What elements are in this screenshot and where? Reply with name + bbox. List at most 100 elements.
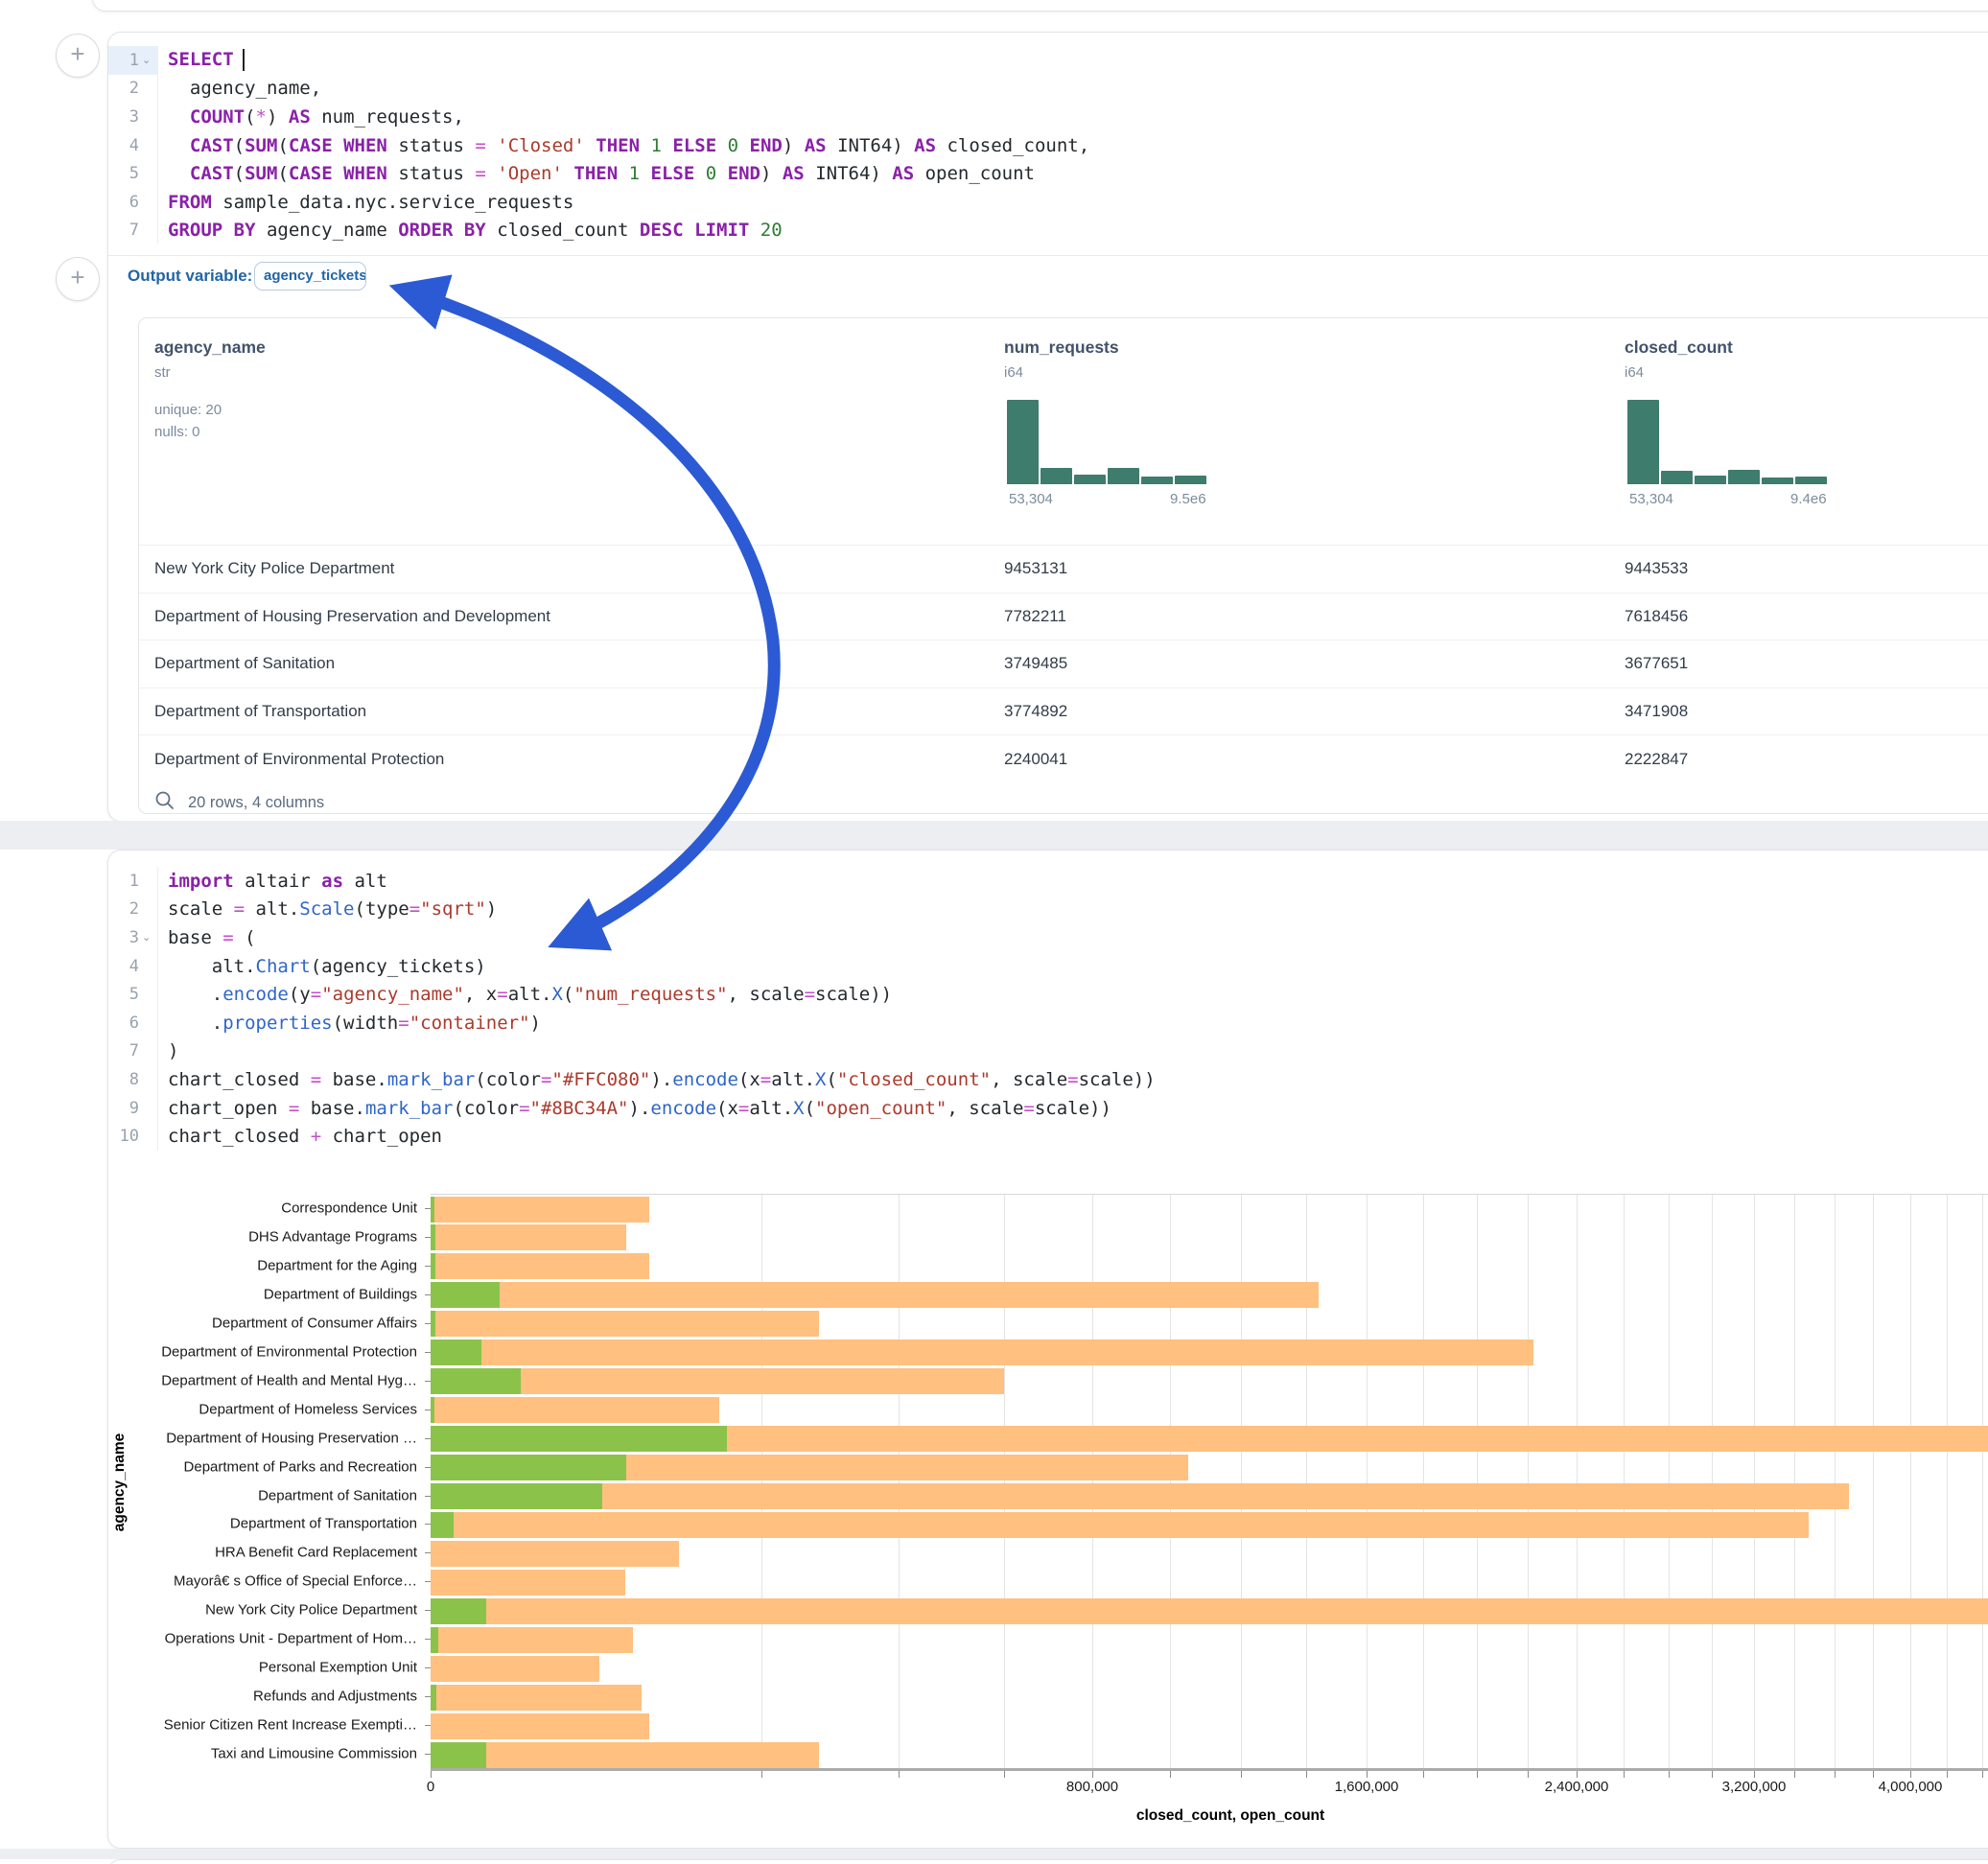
column-header-num-requests[interactable]: num_requests	[1004, 338, 1119, 358]
code-text[interactable]: .encode(y="agency_name", x=alt.X("num_re…	[158, 984, 892, 1005]
code-text[interactable]: chart_closed + chart_open	[158, 1126, 442, 1147]
code-line[interactable]: 1import altair as alt	[108, 867, 1988, 896]
code-text[interactable]: scale = alt.Scale(type="sqrt")	[158, 898, 497, 920]
code-text[interactable]: CAST(SUM(CASE WHEN status = 'Closed' THE…	[158, 135, 1089, 156]
code-line[interactable]: 2 scale = alt.Scale(type="sqrt")	[108, 896, 1988, 924]
code-text[interactable]: GROUP BY agency_name ORDER BY closed_cou…	[158, 220, 783, 241]
code-line[interactable]: 3 COUNT(*) AS num_requests,	[108, 103, 1988, 131]
code-text[interactable]: .properties(width="container")	[158, 1013, 541, 1034]
output-variable-pill[interactable]: agency_tickets	[254, 262, 366, 291]
code-text[interactable]: chart_closed = base.mark_bar(color="#FFC…	[158, 1069, 1156, 1090]
code-line[interactable]: 7)	[108, 1037, 1988, 1066]
code-line[interactable]: 9chart_open = base.mark_bar(color="#8BC3…	[108, 1094, 1988, 1123]
code-line[interactable]: 10chart_closed + chart_open	[108, 1122, 1988, 1151]
code-text[interactable]: FROM sample_data.nyc.service_requests	[158, 192, 573, 213]
bar-closed-count[interactable]	[431, 1570, 625, 1596]
bar-open-count[interactable]	[431, 1426, 727, 1452]
table-row[interactable]: Department of Transportation377489234719…	[139, 687, 1988, 735]
code-fold-icon[interactable]: ⌄	[142, 931, 152, 944]
bar-open-count[interactable]	[431, 1253, 435, 1279]
bar-closed-count[interactable]	[431, 1311, 819, 1337]
gridline	[1910, 1195, 1911, 1769]
y-axis-label: Operations Unit - Department of Hom…	[108, 1631, 417, 1647]
y-axis-label: Department of Health and Mental Hyg…	[108, 1372, 417, 1388]
bar-open-count[interactable]	[431, 1483, 602, 1509]
code-line[interactable]: 6FROM sample_data.nyc.service_requests	[108, 188, 1988, 217]
table-row[interactable]: Department of Environmental Protection22…	[139, 734, 1988, 782]
bar-open-count[interactable]	[431, 1368, 521, 1394]
bar-open-count[interactable]	[431, 1627, 438, 1653]
table-row[interactable]: Department of Housing Preservation and D…	[139, 593, 1988, 641]
code-text[interactable]: SELECT	[158, 49, 245, 71]
bar-closed-count[interactable]	[431, 1512, 1809, 1538]
bar-open-count[interactable]	[431, 1224, 435, 1250]
table-row[interactable]: Department of Sanitation37494853677651	[139, 640, 1988, 687]
x-axis-tick	[1624, 1771, 1625, 1778]
code-text[interactable]: base = (	[158, 927, 256, 948]
bar-closed-count[interactable]	[431, 1541, 679, 1567]
python-editor[interactable]: 1import altair as alt 2 scale = alt.Scale(…	[108, 850, 1988, 1151]
code-line[interactable]: 4 alt.Chart(agency_tickets)	[108, 952, 1988, 981]
code-line[interactable]: 5 .encode(y="agency_name", x=alt.X("num_…	[108, 980, 1988, 1009]
histogram-closed-count[interactable]	[1627, 400, 1831, 484]
code-text[interactable]: COUNT(*) AS num_requests,	[158, 106, 464, 128]
line-number-gutter: 10	[108, 1122, 158, 1151]
bar-closed-count[interactable]	[431, 1627, 633, 1653]
add-cell-button-middle[interactable]: +	[56, 257, 100, 301]
code-text[interactable]: agency_name,	[158, 78, 321, 99]
code-line[interactable]: 2 agency_name,	[108, 75, 1988, 104]
code-line[interactable]: 3⌄base = (	[108, 923, 1988, 952]
histogram-num-requests[interactable]	[1007, 400, 1210, 484]
code-line[interactable]: 7GROUP BY agency_name ORDER BY closed_co…	[108, 217, 1988, 245]
bar-open-count[interactable]	[431, 1685, 436, 1711]
bar-open-count[interactable]	[431, 1455, 626, 1480]
code-line[interactable]: 6 .properties(width="container")	[108, 1009, 1988, 1037]
bar-closed-count[interactable]	[431, 1656, 599, 1682]
bar-closed-count[interactable]	[431, 1340, 1533, 1365]
gridline	[1423, 1195, 1424, 1769]
code-text[interactable]: CAST(SUM(CASE WHEN status = 'Open' THEN …	[158, 163, 1035, 184]
code-line[interactable]: 4 CAST(SUM(CASE WHEN status = 'Closed' T…	[108, 131, 1988, 160]
bar-closed-count[interactable]	[431, 1197, 649, 1223]
table-row[interactable]: New York City Police Department945313194…	[139, 545, 1988, 593]
search-icon[interactable]	[154, 790, 175, 815]
code-fold-icon[interactable]: ⌄	[142, 54, 152, 66]
histogram-bar	[1074, 475, 1106, 484]
sql-editor[interactable]: 1⌄SELECT2 agency_name,3 COUNT(*) AS num_…	[108, 33, 1988, 245]
bar-closed-count[interactable]	[431, 1483, 1849, 1509]
y-axis-label: Department of Consumer Affairs	[108, 1315, 417, 1331]
bar-open-count[interactable]	[431, 1742, 486, 1768]
line-number: 2	[129, 899, 139, 919]
bar-closed-count[interactable]	[431, 1253, 649, 1279]
bar-open-count[interactable]	[431, 1282, 500, 1308]
bar-closed-count[interactable]	[431, 1713, 649, 1739]
code-line[interactable]: 1⌄SELECT	[108, 46, 1988, 75]
column-type-agency-name: str	[154, 364, 171, 381]
bar-closed-count[interactable]	[431, 1685, 642, 1711]
code-text[interactable]: )	[158, 1040, 178, 1061]
table-summary: 20 rows, 4 columns	[188, 794, 324, 812]
code-text[interactable]: alt.Chart(agency_tickets)	[158, 956, 486, 977]
table-cell: Department of Sanitation	[154, 641, 335, 687]
code-line[interactable]: 8chart_closed = base.mark_bar(color="#FF…	[108, 1065, 1988, 1094]
code-text[interactable]: import altair as alt	[158, 871, 387, 892]
code-text[interactable]: chart_open = base.mark_bar(color="#8BC34…	[158, 1098, 1111, 1119]
bar-open-count[interactable]	[431, 1512, 454, 1538]
code-line[interactable]: 5 CAST(SUM(CASE WHEN status = 'Open' THE…	[108, 159, 1988, 188]
bar-closed-count[interactable]	[431, 1742, 819, 1768]
bar-chart-plot[interactable]	[431, 1194, 1988, 1769]
bar-open-count[interactable]	[431, 1340, 481, 1365]
column-header-closed-count[interactable]: closed_count	[1625, 338, 1733, 358]
x-axis-tick-label: 4,000,000	[1879, 1779, 1943, 1795]
bar-closed-count[interactable]	[431, 1224, 626, 1250]
add-cell-button-top[interactable]: +	[56, 34, 100, 78]
bar-open-count[interactable]	[431, 1311, 435, 1337]
bar-open-count[interactable]	[431, 1397, 434, 1423]
bar-closed-count[interactable]	[431, 1598, 1988, 1624]
line-number: 2	[129, 79, 139, 98]
bar-closed-count[interactable]	[431, 1282, 1319, 1308]
column-header-agency-name[interactable]: agency_name	[154, 338, 266, 358]
bar-open-count[interactable]	[431, 1197, 434, 1223]
bar-closed-count[interactable]	[431, 1397, 719, 1423]
bar-open-count[interactable]	[431, 1598, 486, 1624]
